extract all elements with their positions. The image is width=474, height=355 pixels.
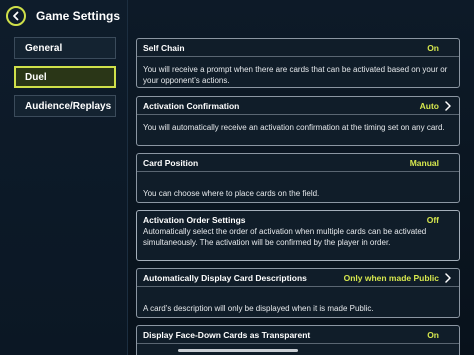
setting-card-position[interactable]: Card Position Manual You can choose wher… bbox=[136, 153, 460, 203]
setting-header: Display Face-Down Cards as Transparent O… bbox=[137, 326, 459, 344]
setting-value: On bbox=[427, 43, 439, 53]
setting-name: Card Position bbox=[143, 158, 199, 168]
setting-description: You will automatically receive an activa… bbox=[143, 123, 445, 132]
setting-header: Automatically Display Card Descriptions … bbox=[137, 269, 459, 287]
setting-name: Activation Confirmation bbox=[143, 101, 240, 111]
setting-header: Card Position Manual bbox=[137, 154, 459, 172]
setting-value: On bbox=[427, 330, 439, 340]
setting-self-chain[interactable]: Self Chain On You will receive a prompt … bbox=[136, 38, 460, 88]
back-button[interactable] bbox=[6, 6, 26, 26]
setting-value: Off bbox=[426, 215, 439, 225]
setting-header: Self Chain On bbox=[137, 39, 459, 57]
page-title: Game Settings bbox=[36, 9, 121, 23]
setting-name: Display Face-Down Cards as Transparent bbox=[143, 330, 311, 340]
setting-description: You can choose where to place cards on t… bbox=[143, 189, 320, 198]
game-settings-screen: Game Settings General Duel Audience/Repl… bbox=[0, 0, 474, 355]
setting-name: Self Chain bbox=[143, 43, 185, 53]
sidebar-item-label: Audience/Replays bbox=[25, 101, 112, 112]
setting-value: Manual bbox=[409, 158, 439, 168]
chevron-right-icon bbox=[445, 101, 451, 111]
sidebar-item-label: General bbox=[25, 43, 63, 54]
setting-display-card-descriptions[interactable]: Automatically Display Card Descriptions … bbox=[136, 268, 460, 318]
sidebar-item-general[interactable]: General bbox=[14, 37, 116, 59]
setting-name: Activation Order Settings bbox=[143, 215, 246, 225]
chevron-right-icon bbox=[445, 273, 451, 283]
setting-header: Activation Confirmation Auto bbox=[137, 97, 459, 115]
setting-name: Automatically Display Card Descriptions bbox=[143, 273, 307, 283]
chevron-left-icon bbox=[13, 11, 19, 21]
setting-activation-order[interactable]: Activation Order Settings Off Automatica… bbox=[136, 210, 460, 261]
sidebar-item-duel[interactable]: Duel bbox=[14, 66, 116, 88]
setting-value: Only when made Public bbox=[343, 273, 439, 283]
home-indicator bbox=[178, 349, 298, 352]
setting-activation-confirmation[interactable]: Activation Confirmation Auto You will au… bbox=[136, 96, 460, 146]
setting-description: Automatically select the order of activa… bbox=[143, 227, 427, 247]
sidebar-item-audience-replays[interactable]: Audience/Replays bbox=[14, 95, 116, 117]
setting-description: You will receive a prompt when there are… bbox=[143, 65, 448, 85]
header: Game Settings bbox=[0, 0, 128, 34]
sidebar-item-label: Duel bbox=[25, 72, 47, 83]
setting-description: A card’s description will only be displa… bbox=[143, 304, 374, 313]
settings-sidebar: Game Settings General Duel Audience/Repl… bbox=[0, 0, 128, 355]
setting-value: Auto bbox=[419, 101, 439, 111]
